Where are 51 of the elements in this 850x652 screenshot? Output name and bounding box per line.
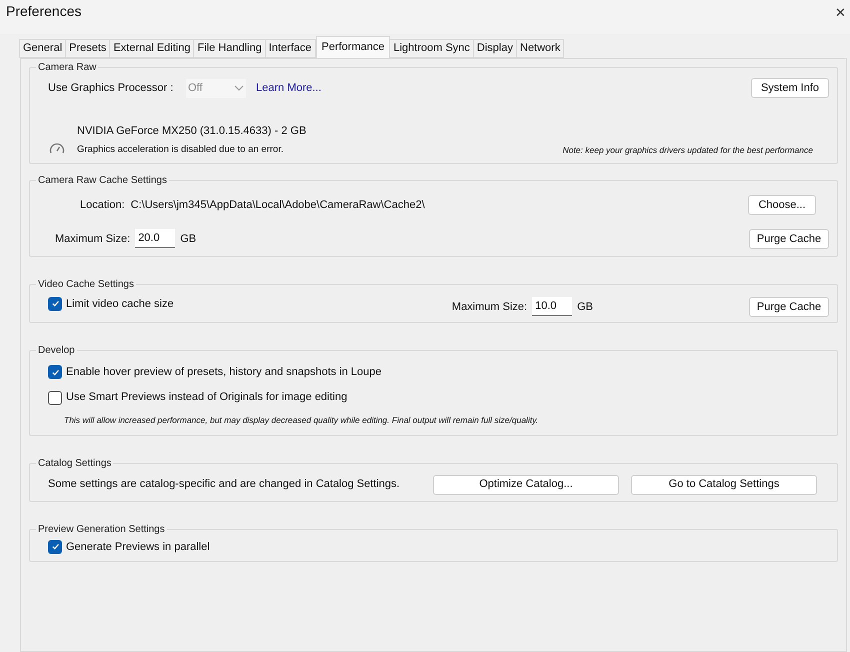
tab[interactable]: External Editing bbox=[109, 39, 194, 58]
max-size-label: Maximum Size: bbox=[55, 232, 130, 246]
close-button[interactable]: ✕ bbox=[835, 1, 846, 22]
group-title: Catalog Settings bbox=[37, 456, 112, 470]
unit-label: GB bbox=[577, 300, 593, 314]
tab[interactable]: Network bbox=[516, 39, 564, 58]
tab[interactable]: General bbox=[19, 39, 66, 58]
driver-note: Note: keep your graphics drivers updated for the best performance bbox=[562, 144, 813, 157]
group-title: Preview Generation Settings bbox=[37, 522, 166, 536]
tab[interactable]: File Handling bbox=[193, 39, 266, 58]
tab[interactable]: Lightroom Sync bbox=[389, 39, 474, 58]
check-icon bbox=[50, 299, 60, 308]
chevron-icon bbox=[234, 85, 244, 91]
push-button[interactable]: Go to Catalog Settings bbox=[631, 474, 817, 494]
checkbox-label: Generate Previews in parallel bbox=[66, 540, 210, 554]
tab[interactable]: Performance bbox=[316, 36, 390, 58]
tab[interactable]: Interface bbox=[264, 39, 316, 58]
catalog-text: Some settings are catalog-specific and are changed in Catalog Settings. bbox=[48, 477, 401, 492]
max-size-label: Maximum Size: bbox=[452, 300, 528, 314]
group-title: Camera Raw Cache Settings bbox=[37, 174, 168, 188]
group-title: Video Cache Settings bbox=[37, 278, 135, 292]
checkbox[interactable] bbox=[48, 365, 62, 379]
checkbox[interactable] bbox=[48, 390, 62, 404]
push-button[interactable]: Optimize Catalog... bbox=[433, 474, 619, 494]
unit-label: GB bbox=[180, 232, 196, 246]
push-button[interactable]: Purge Cache bbox=[749, 296, 829, 317]
size-field[interactable]: 10.0 bbox=[532, 297, 572, 316]
checkbox-label: Limit video cache size bbox=[66, 296, 174, 312]
push-button[interactable]: Purge Cache bbox=[749, 228, 829, 249]
group-title: Develop bbox=[37, 344, 76, 358]
location-label: Location: bbox=[80, 198, 125, 212]
checkbox[interactable] bbox=[48, 296, 62, 311]
check-icon bbox=[50, 542, 60, 552]
checkbox[interactable] bbox=[48, 540, 62, 554]
tab[interactable]: Display bbox=[472, 39, 517, 58]
learn-more-link[interactable]: Learn More... bbox=[256, 80, 322, 96]
window-title: Preferences bbox=[6, 2, 82, 21]
check-icon bbox=[50, 368, 60, 376]
gpu-status: Graphics acceleration is disabled due to an error. bbox=[77, 142, 284, 156]
group-title: Camera Raw bbox=[37, 61, 98, 75]
tab[interactable]: Presets bbox=[65, 39, 110, 58]
speedometer-icon bbox=[49, 140, 65, 155]
push-button[interactable]: System Info bbox=[751, 78, 829, 98]
gpu-name: NVIDIA GeForce MX250 (31.0.15.4633) - 2 GB bbox=[77, 124, 306, 139]
checkbox-label: Use Smart Previews instead of Originals for image editing bbox=[66, 390, 348, 406]
push-button[interactable]: Choose... bbox=[748, 194, 816, 215]
develop-note: This will allow increased performance, but may display decreased quality while editing. Final output will remain full size/quality. bbox=[64, 414, 540, 426]
checkbox-label: Enable hover preview of presets, history and snapshots in Loupe bbox=[66, 364, 382, 380]
gpu-label: Use Graphics Processor : bbox=[48, 80, 174, 96]
size-field[interactable]: 20.0 bbox=[135, 229, 176, 248]
location-path: C:\Users\jm345\AppData\Local\Adobe\CameraRaw\Cache2\ bbox=[130, 198, 425, 212]
